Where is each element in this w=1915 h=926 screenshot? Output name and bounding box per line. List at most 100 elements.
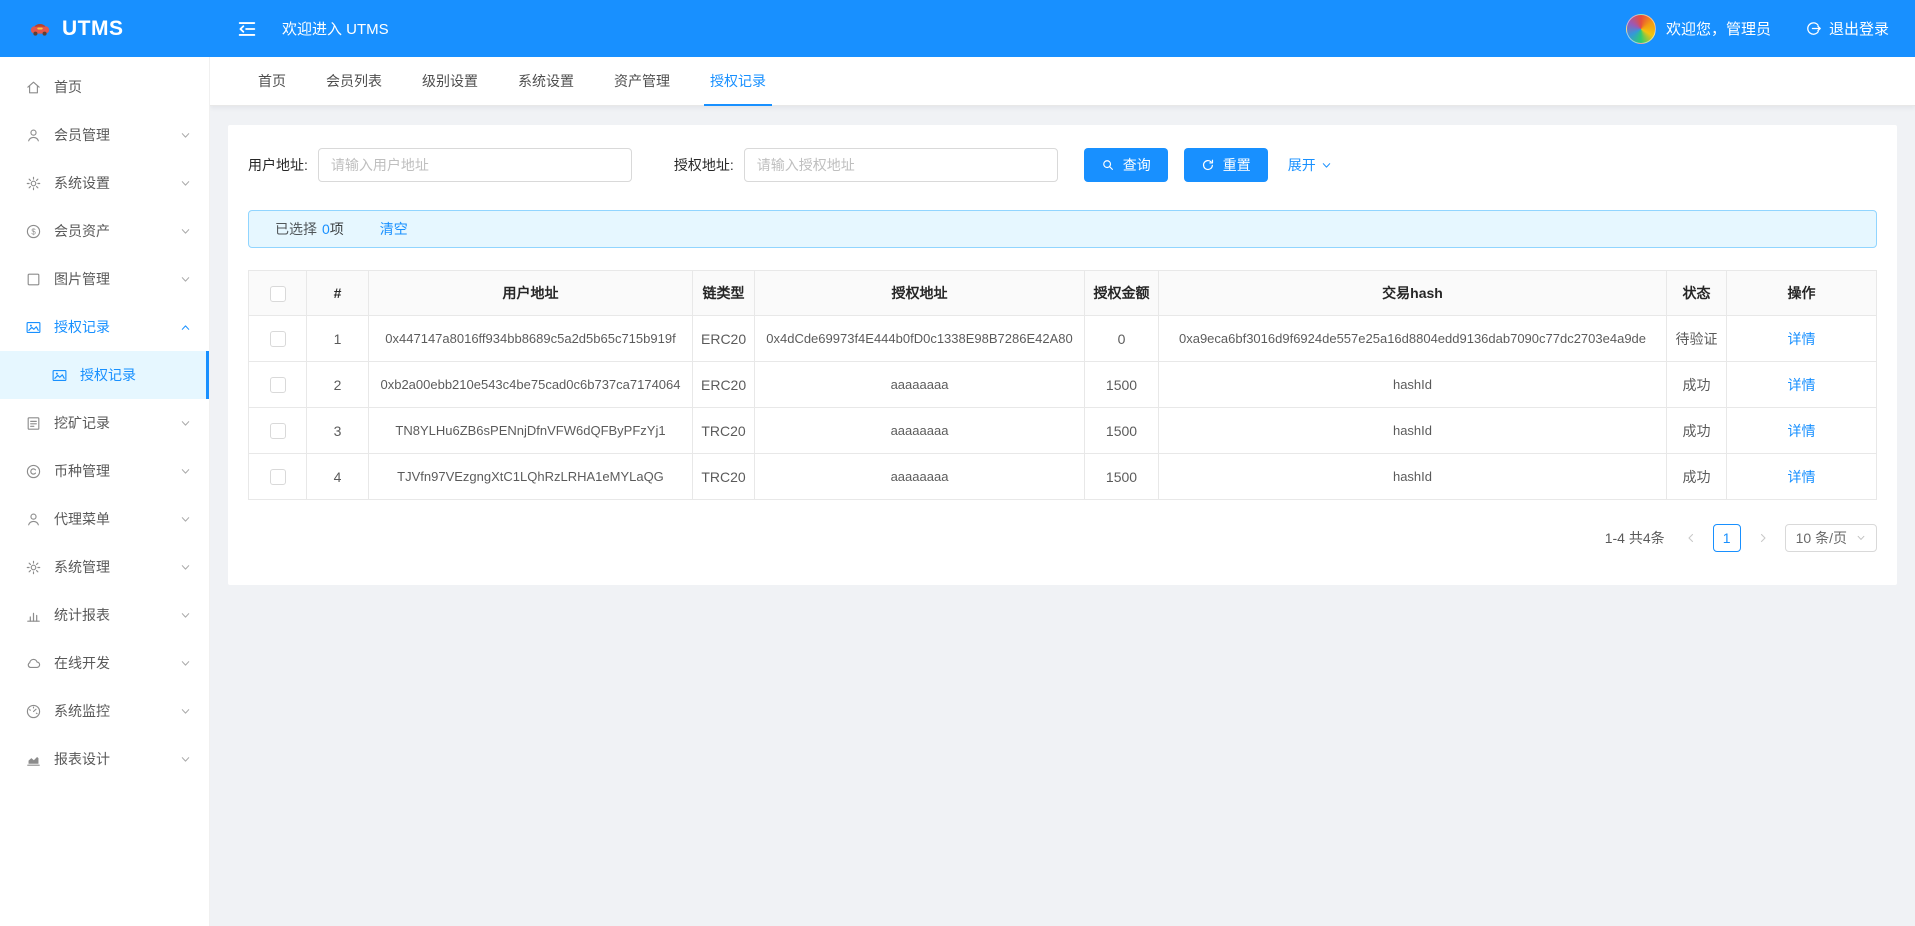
- row-checkbox[interactable]: [269, 376, 286, 393]
- pagination-total: 1-4 共4条: [1604, 530, 1665, 546]
- chevron-down-icon: [1857, 535, 1865, 540]
- tab-label: 首页: [258, 73, 286, 89]
- content-area: 用户地址: 授权地址: 查询 重置 展开 已选择: [210, 106, 1915, 926]
- file-icon: [27, 416, 40, 430]
- tab-asset-mgmt[interactable]: 资产管理: [597, 57, 687, 105]
- brand: UTMS: [0, 17, 210, 41]
- menu-fold-icon[interactable]: [236, 18, 258, 40]
- tab-auth-records[interactable]: 授权记录: [693, 57, 783, 106]
- sidebar-item-statistics[interactable]: 统计报表: [0, 591, 209, 639]
- chevron-right-icon: [1760, 533, 1766, 543]
- sidebar-item-label: 系统管理: [54, 559, 110, 575]
- sidebar-item-image-mgmt[interactable]: 图片管理: [0, 255, 209, 303]
- page-number-1[interactable]: 1: [1712, 524, 1741, 552]
- next-page-button[interactable]: [1750, 525, 1776, 551]
- sidebar-item-system-settings[interactable]: 系统设置: [0, 159, 209, 207]
- area-chart-icon: [27, 755, 40, 766]
- search-button[interactable]: 查询: [1083, 148, 1168, 182]
- row-checkbox[interactable]: [269, 468, 286, 485]
- sidebar-item-report-design[interactable]: 报表设计: [0, 735, 209, 783]
- header-user-address: 用户地址: [368, 270, 693, 316]
- sidebar-item-mining-records[interactable]: 挖矿记录: [0, 399, 209, 447]
- detail-link[interactable]: 详情: [1788, 377, 1816, 393]
- chevron-left-icon: [1688, 533, 1693, 543]
- header-checkbox-cell: [248, 270, 307, 316]
- reset-button[interactable]: 重置: [1183, 148, 1268, 182]
- cell-user-address: 0x447147a8016ff934bb8689c5a2d5b65c715b91…: [368, 315, 693, 362]
- search-icon: [1102, 160, 1113, 170]
- table-row: 3 TN8YLHu6ZB6sPENnjDfnVFW6dQFByPFzYj1 TR…: [248, 407, 1877, 454]
- logout-button[interactable]: 退出登录: [1805, 18, 1889, 39]
- square-icon: [27, 273, 40, 285]
- chevron-down-icon: [181, 756, 190, 762]
- expand-link[interactable]: 展开: [1288, 155, 1332, 175]
- tab-label: 系统设置: [518, 73, 574, 89]
- header-status: 状态: [1666, 270, 1727, 316]
- chevron-down-icon: [181, 180, 190, 186]
- avatar[interactable]: [1625, 13, 1656, 44]
- sidebar-item-system-monitor[interactable]: 系统监控: [0, 687, 209, 735]
- cell-tx-hash: hashId: [1158, 453, 1667, 500]
- cell-amount: 1500: [1084, 453, 1159, 500]
- tab-label: 资产管理: [614, 73, 670, 89]
- chevron-down-icon: [181, 660, 190, 666]
- sidebar-item-coin-mgmt[interactable]: 币种管理: [0, 447, 209, 495]
- sidebar-item-auth-records[interactable]: 授权记录: [0, 303, 209, 351]
- sidebar-item-system-mgmt[interactable]: 系统管理: [0, 543, 209, 591]
- cell-auth-address: aaaaaaaa: [754, 407, 1085, 454]
- cell-index: 2: [306, 361, 369, 408]
- tab-system-settings[interactable]: 系统设置: [501, 57, 591, 105]
- chevron-down-icon: [181, 516, 190, 522]
- logout-label: 退出登录: [1828, 21, 1889, 38]
- chevron-up-icon: [181, 324, 190, 330]
- cell-actions: 详情: [1726, 361, 1877, 408]
- auth-address-input[interactable]: [743, 148, 1058, 182]
- tab-bar: 首页 会员列表 级别设置 系统设置 资产管理 授权记录: [210, 57, 1915, 106]
- sidebar-subitem-label: 授权记录: [80, 367, 136, 383]
- page-size-select[interactable]: 10 条/页: [1784, 524, 1877, 552]
- cell-status: 待验证: [1666, 315, 1727, 362]
- cell-status: 成功: [1666, 407, 1727, 454]
- clear-selection-link[interactable]: 清空: [380, 219, 408, 239]
- sidebar-item-agent-menu[interactable]: 代理菜单: [0, 495, 209, 543]
- cell-actions: 详情: [1726, 407, 1877, 454]
- cell-actions: 详情: [1726, 315, 1877, 362]
- chevron-down-icon: [181, 420, 190, 426]
- sidebar-subitem-auth-records[interactable]: 授权记录: [0, 351, 209, 399]
- main-area: 首页 会员列表 级别设置 系统设置 资产管理 授权记录 用户地址: 授权地址: …: [210, 57, 1915, 926]
- sidebar-item-label: 统计报表: [54, 607, 110, 623]
- selection-prefix: 已选择: [275, 221, 317, 237]
- picture-icon: [26, 321, 41, 333]
- tab-member-list[interactable]: 会员列表: [309, 57, 399, 105]
- tab-level-settings[interactable]: 级别设置: [405, 57, 495, 105]
- auth-records-table: # 用户地址 链类型 授权地址 授权金额 交易hash 状态 操作 1 0x44…: [248, 270, 1877, 500]
- gear-icon: [26, 176, 41, 190]
- detail-link[interactable]: 详情: [1788, 331, 1816, 347]
- header-index: #: [306, 270, 369, 316]
- sidebar-item-label: 首页: [54, 79, 82, 95]
- sidebar-item-member-mgmt[interactable]: 会员管理: [0, 111, 209, 159]
- cell-chain-type: ERC20: [692, 315, 755, 362]
- selection-count: 0: [322, 221, 330, 237]
- sidebar-item-online-dev[interactable]: 在线开发: [0, 639, 209, 687]
- sidebar-item-member-assets[interactable]: 会员资产: [0, 207, 209, 255]
- header-auth-address: 授权地址: [754, 270, 1085, 316]
- row-checkbox[interactable]: [269, 422, 286, 439]
- table-row: 2 0xb2a00ebb210e543c4be75cad0c6b737ca717…: [248, 361, 1877, 408]
- search-button-label: 查询: [1122, 157, 1151, 173]
- sidebar-item-home[interactable]: 首页: [0, 63, 209, 111]
- home-icon: [27, 81, 40, 93]
- cell-status: 成功: [1666, 453, 1727, 500]
- select-all-checkbox[interactable]: [269, 285, 286, 302]
- detail-link[interactable]: 详情: [1788, 423, 1816, 439]
- selection-suffix: 项: [329, 221, 344, 237]
- row-checkbox[interactable]: [269, 330, 286, 347]
- cell-index: 1: [306, 315, 369, 362]
- sidebar-item-label: 会员资产: [54, 223, 110, 239]
- chevron-down-icon: [181, 228, 190, 234]
- user-address-input[interactable]: [317, 148, 632, 182]
- prev-page-button[interactable]: [1678, 525, 1704, 551]
- detail-link[interactable]: 详情: [1788, 469, 1816, 485]
- tab-home[interactable]: 首页: [241, 57, 303, 105]
- filter-row: 用户地址: 授权地址: 查询 重置 展开: [248, 148, 1877, 182]
